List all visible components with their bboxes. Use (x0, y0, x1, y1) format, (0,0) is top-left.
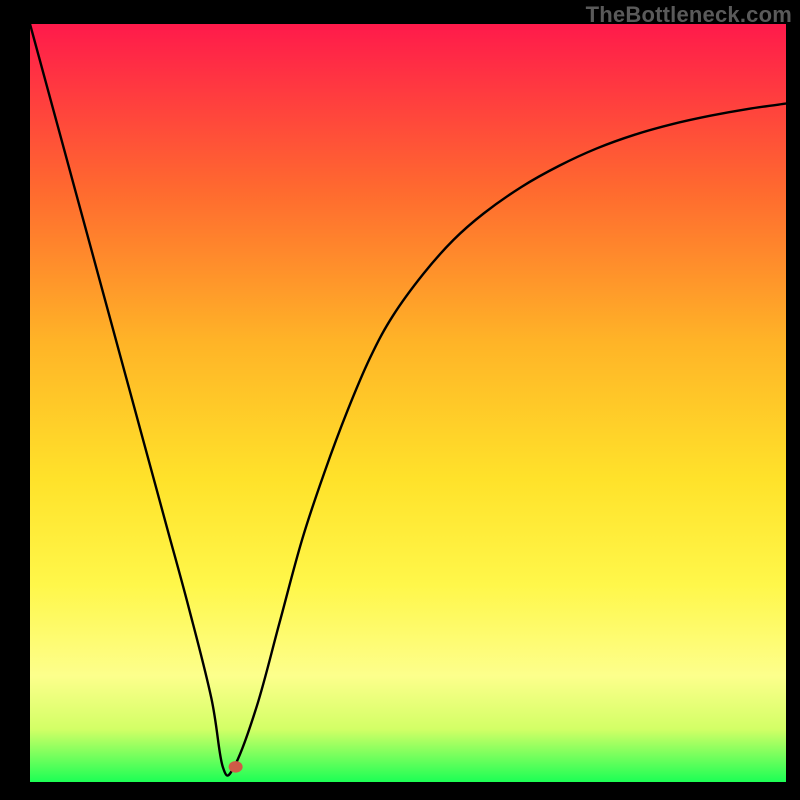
minimum-marker (229, 761, 243, 772)
plot-background (30, 24, 786, 782)
watermark-text: TheBottleneck.com (586, 2, 792, 28)
chart-frame: TheBottleneck.com (0, 0, 800, 800)
bottleneck-chart (30, 24, 786, 782)
